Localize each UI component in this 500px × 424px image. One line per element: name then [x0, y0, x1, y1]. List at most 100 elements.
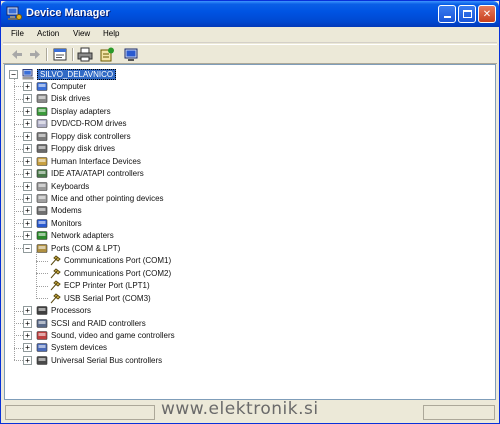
- port-connector-icon: [50, 268, 61, 279]
- tree-item-label: Human Interface Devices: [51, 156, 141, 166]
- tree-guide-line: [14, 235, 23, 237]
- tree-guide-line: [14, 323, 23, 324]
- computer-icon: [36, 82, 48, 91]
- tree-guide-line: [36, 260, 48, 262]
- expand-toggle[interactable]: +: [23, 156, 32, 166]
- tree-item-modem[interactable]: + Modems: [23, 205, 82, 217]
- expand-toggle[interactable]: +: [23, 318, 32, 328]
- expand-toggle[interactable]: +: [23, 169, 32, 179]
- expand-toggle[interactable]: +: [23, 355, 32, 365]
- device-manager-window: Device Manager ✕ File Action View Help −…: [0, 0, 500, 424]
- expand-toggle[interactable]: +: [23, 131, 32, 141]
- forward-icon[interactable]: [27, 47, 43, 62]
- expand-toggle[interactable]: +: [23, 94, 32, 104]
- tree-item-network-adapter[interactable]: + Network adapters: [23, 230, 114, 242]
- expand-toggle[interactable]: +: [23, 231, 32, 241]
- tree-item-port[interactable]: − Ports (COM & LPT): [23, 242, 120, 254]
- tree-item-label: Sound, video and game controllers: [51, 330, 175, 340]
- tree-child-label: ECP Printer Port (LPT1): [64, 281, 150, 291]
- minimize-button[interactable]: [438, 5, 456, 23]
- tree-item-system-device[interactable]: + System devices: [23, 342, 107, 354]
- device-tree[interactable]: − SILVO_DELAVNICO + Computer + Disk drives +…: [4, 64, 496, 400]
- scan-hardware-icon[interactable]: [123, 47, 139, 62]
- hid-icon: [36, 156, 48, 166]
- maximize-button[interactable]: [458, 5, 476, 23]
- expand-toggle[interactable]: +: [23, 194, 32, 203]
- menu-file[interactable]: File: [11, 29, 24, 38]
- menu-bar: File Action View Help: [3, 27, 497, 43]
- network-adapter-icon: [36, 231, 48, 241]
- expand-toggle[interactable]: +: [23, 343, 32, 353]
- close-icon: ✕: [482, 8, 492, 20]
- tree-item-label: Ports (COM & LPT): [51, 243, 121, 253]
- tree-item-monitor[interactable]: + Monitors: [23, 217, 82, 229]
- collapse-toggle[interactable]: −: [23, 243, 32, 253]
- tree-child-port[interactable]: Communications Port (COM1): [49, 255, 171, 267]
- tree-item-processor[interactable]: + Processors: [23, 305, 91, 317]
- tree-item-sound[interactable]: + Sound, video and game controllers: [23, 329, 175, 341]
- tree-guide-line: [14, 161, 23, 163]
- expand-toggle[interactable]: +: [23, 119, 32, 129]
- port-icon: [36, 243, 48, 253]
- expand-toggle[interactable]: +: [23, 218, 32, 228]
- sound-icon: [36, 331, 48, 340]
- help-properties-icon[interactable]: [99, 47, 115, 62]
- floppy-drive-icon: [36, 144, 48, 153]
- expand-toggle[interactable]: +: [23, 144, 32, 154]
- scsi-icon: [36, 318, 48, 328]
- tree-item-floppy-controller[interactable]: + Floppy disk controllers: [23, 130, 131, 142]
- close-button[interactable]: ✕: [478, 5, 496, 23]
- ide-controller-icon: [36, 169, 48, 178]
- tree-item-label: DVD/CD-ROM drives: [51, 119, 127, 129]
- tree-item-floppy-drive[interactable]: + Floppy disk drives: [23, 143, 115, 155]
- tree-item-ide-controller[interactable]: + IDE ATA/ATAPI controllers: [23, 168, 144, 180]
- port-connector-icon: [50, 280, 61, 291]
- tree-item-display-adapter[interactable]: + Display adapters: [23, 105, 111, 117]
- tree-item-label: Floppy disk controllers: [51, 131, 131, 141]
- tree-guide-line: [14, 98, 23, 100]
- tree-guide-line: [14, 86, 23, 88]
- tree-item-label: Modems: [51, 206, 82, 216]
- tree-child-port[interactable]: ECP Printer Port (LPT1): [49, 280, 150, 292]
- tree-guide-line: [14, 79, 15, 361]
- tree-item-label: Keyboards: [51, 181, 90, 191]
- title-bar[interactable]: Device Manager ✕: [1, 1, 499, 27]
- expand-toggle[interactable]: +: [23, 106, 32, 116]
- tree-child-label: Communications Port (COM2): [64, 268, 172, 278]
- tree-child-label: USB Serial Port (COM3): [64, 293, 151, 303]
- tree-item-mouse[interactable]: + Mice and other pointing devices: [23, 193, 164, 205]
- tree-item-label: Network adapters: [51, 231, 114, 241]
- tree-item-disk-drive[interactable]: + Disk drives: [23, 93, 90, 105]
- expand-toggle[interactable]: +: [23, 330, 32, 340]
- menu-action[interactable]: Action: [37, 29, 59, 38]
- tree-item-keyboard[interactable]: + Keyboards: [23, 180, 89, 192]
- menu-view[interactable]: View: [73, 29, 90, 38]
- tree-item-scsi[interactable]: + SCSI and RAID controllers: [23, 317, 146, 329]
- properties-view-icon[interactable]: [52, 47, 68, 62]
- tree-item-label: Display adapters: [51, 106, 111, 116]
- processor-icon: [36, 306, 48, 315]
- tree-child-port[interactable]: USB Serial Port (COM3): [49, 292, 151, 304]
- tree-guide-line: [36, 298, 48, 300]
- print-icon[interactable]: [77, 47, 93, 62]
- tree-item-usb[interactable]: + Universal Serial Bus controllers: [23, 354, 162, 366]
- tree-guide-line: [14, 148, 23, 150]
- tree-item-label: Mice and other pointing devices: [51, 194, 164, 203]
- tree-item-label: Monitors: [51, 218, 82, 228]
- display-adapter-icon: [36, 107, 48, 116]
- tree-item-hid[interactable]: + Human Interface Devices: [23, 155, 141, 167]
- toolbar-separator: [72, 48, 74, 61]
- menu-help[interactable]: Help: [103, 29, 119, 38]
- expand-toggle[interactable]: +: [23, 306, 32, 316]
- tree-root[interactable]: − SILVO_DELAVNICO: [9, 68, 117, 80]
- expand-toggle[interactable]: +: [23, 181, 32, 191]
- collapse-toggle[interactable]: −: [9, 69, 18, 79]
- back-icon[interactable]: [9, 47, 25, 62]
- tree-child-port[interactable]: Communications Port (COM2): [49, 267, 171, 279]
- expand-toggle[interactable]: +: [23, 81, 32, 91]
- tree-item-cdrom[interactable]: + DVD/CD-ROM drives: [23, 118, 127, 130]
- tree-item-computer[interactable]: + Computer: [23, 80, 86, 92]
- window-title: Device Manager: [26, 7, 110, 19]
- expand-toggle[interactable]: +: [23, 206, 32, 216]
- tree-child-label: Communications Port (COM1): [64, 256, 172, 266]
